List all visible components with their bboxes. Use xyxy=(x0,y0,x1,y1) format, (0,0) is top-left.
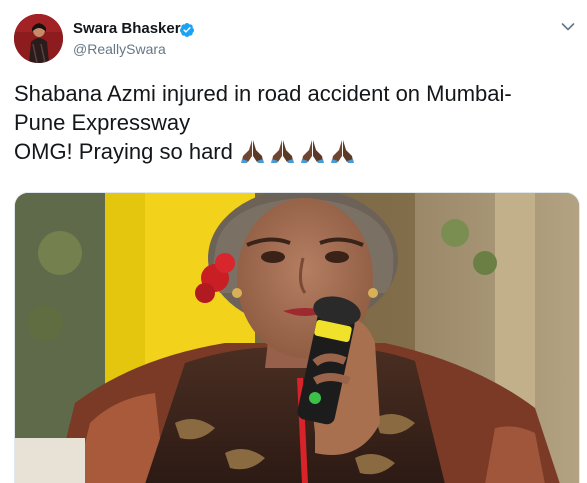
author-name[interactable]: Swara Bhasker xyxy=(73,20,181,38)
tweet-card[interactable]: Swara Bhasker @ReallySwara Shabana Azmi … xyxy=(0,0,587,483)
chevron-down-icon[interactable] xyxy=(561,22,575,32)
tweet-photo[interactable] xyxy=(14,192,580,483)
tweet-text-line-content: OMG! Praying so hard xyxy=(14,139,233,164)
author-handle[interactable]: @ReallySwara xyxy=(73,40,166,58)
tweet-text-line: Shabana Azmi injured in road accident on… xyxy=(14,81,512,106)
avatar[interactable] xyxy=(14,14,63,63)
tweet-text-line: Pune Expressway xyxy=(14,110,191,135)
folded-hands-icon xyxy=(240,140,264,163)
emoji-group xyxy=(233,139,356,164)
folded-hands-icon xyxy=(270,140,294,163)
verified-badge-icon xyxy=(179,23,194,37)
tweet-text-line: OMG! Praying so hard xyxy=(14,137,574,166)
tweet-text: Shabana Azmi injured in road accident on… xyxy=(14,79,574,166)
folded-hands-icon xyxy=(300,140,324,163)
folded-hands-icon xyxy=(330,140,354,163)
